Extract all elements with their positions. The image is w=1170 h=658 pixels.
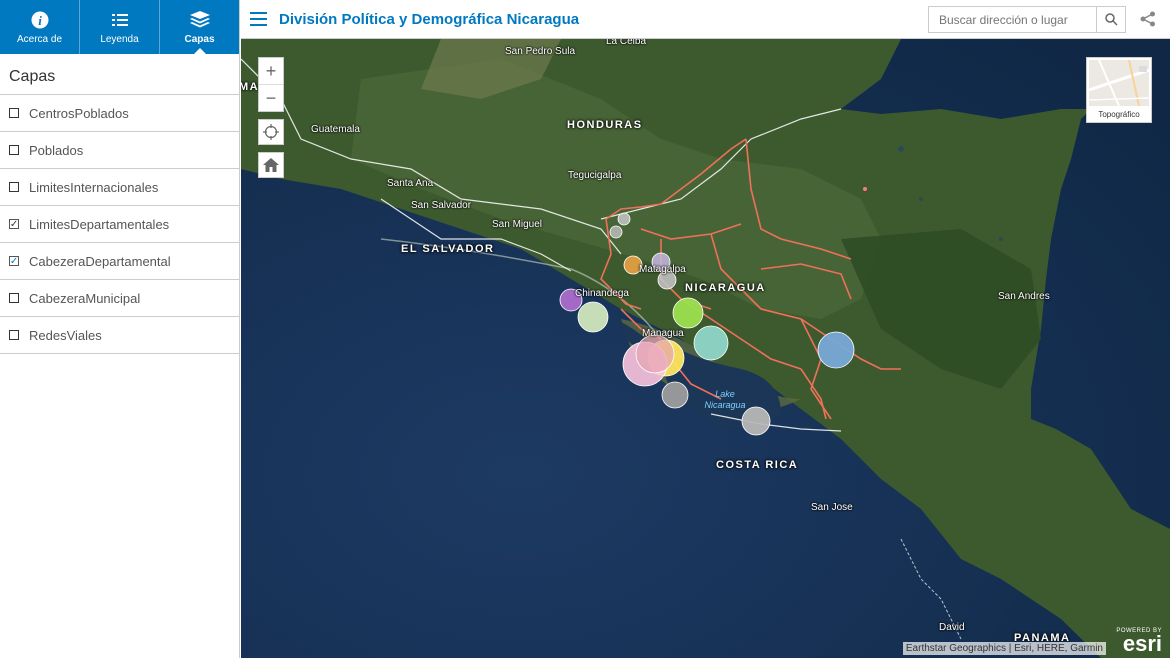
locate-icon: [263, 124, 279, 140]
legend-icon: [110, 10, 130, 30]
place-label: San Andres: [998, 291, 1050, 302]
map-attribution: Earthstar Geographics | Esri, HERE, Garm…: [902, 642, 1106, 655]
layer-label: Poblados: [29, 142, 84, 158]
sidebar: i Acerca de Leyenda Capas Capas CentrosP…: [0, 0, 240, 658]
layer-label: LimitesDepartamentales: [29, 216, 170, 232]
lake-label: Lake Nicaragua: [704, 389, 746, 410]
map-symbol[interactable]: [672, 297, 704, 329]
place-label: La Ceiba: [606, 39, 647, 47]
layer-item-poblados[interactable]: Poblados: [0, 132, 239, 169]
place-label: Santa Ana: [387, 178, 434, 189]
search-box: [928, 6, 1126, 33]
place-label: David: [939, 622, 965, 633]
search-button[interactable]: [1096, 7, 1125, 32]
place-label: Managua: [642, 328, 684, 339]
map-symbol[interactable]: [617, 212, 631, 226]
layer-item-cabezera-municipal[interactable]: CabezeraMunicipal: [0, 280, 239, 317]
country-label: COSTA RICA: [716, 459, 799, 471]
home-button[interactable]: [258, 152, 284, 178]
map-symbol[interactable]: [863, 187, 867, 191]
zoom-in-button[interactable]: +: [259, 58, 283, 85]
map-view[interactable]: San Pedro Sula La Ceiba Guatemala Santa …: [241, 39, 1170, 658]
map-symbol[interactable]: [635, 334, 675, 374]
svg-text:i: i: [38, 13, 42, 28]
panel-title: Capas: [0, 54, 239, 95]
tab-capas[interactable]: Capas: [160, 0, 239, 55]
layer-label: RedesViales: [29, 327, 102, 343]
layer-item-cabezera-departamental[interactable]: CabezeraDepartamental: [0, 243, 239, 280]
app-header: División Política y Demográfica Nicaragu…: [241, 0, 1170, 39]
place-label: San Salvador: [411, 200, 472, 211]
share-icon: [1140, 11, 1155, 27]
basemap-toggle[interactable]: Topográfico: [1086, 57, 1152, 123]
map-symbol[interactable]: [577, 301, 609, 333]
layer-label: CabezeraMunicipal: [29, 290, 141, 306]
info-icon: i: [30, 10, 50, 30]
basemap-thumbnail: [1089, 60, 1149, 106]
zoom-out-button[interactable]: −: [259, 85, 283, 111]
checkbox-checked[interactable]: [9, 219, 19, 229]
layer-label: LimitesInternacionales: [29, 179, 159, 195]
country-label: EL SALVADOR: [401, 243, 495, 255]
locate-button[interactable]: [258, 119, 284, 145]
layer-item-limites-internacionales[interactable]: LimitesInternacionales: [0, 169, 239, 206]
checkbox[interactable]: [9, 145, 19, 155]
logo-name: esri: [1122, 631, 1162, 656]
symbol-layer: [559, 187, 867, 436]
share-button[interactable]: [1140, 11, 1156, 32]
search-icon: [1104, 13, 1118, 26]
place-label: Tegucigalpa: [568, 170, 622, 181]
place-label: San Miguel: [492, 219, 543, 230]
place-label: San Jose: [811, 502, 853, 513]
layer-item-limites-departamentales[interactable]: LimitesDepartamentales: [0, 206, 239, 243]
esri-logo: POWERED BY esri: [1116, 628, 1162, 656]
checkbox-checked[interactable]: [9, 256, 19, 266]
map-symbol[interactable]: [817, 331, 855, 369]
tab-label: Capas: [184, 33, 215, 45]
tab-label: Acerca de: [16, 33, 63, 45]
map-symbol[interactable]: [609, 225, 623, 239]
layer-label: CabezeraDepartamental: [29, 253, 171, 269]
home-icon: [263, 158, 279, 172]
tab-label: Leyenda: [100, 33, 139, 45]
map-symbol[interactable]: [661, 381, 689, 409]
menu-icon[interactable]: [250, 12, 267, 30]
app-title: División Política y Demográfica Nicaragu…: [279, 11, 580, 28]
checkbox[interactable]: [9, 293, 19, 303]
layers-icon: [189, 10, 210, 30]
country-label: HONDURAS: [567, 119, 643, 131]
search-input[interactable]: [929, 7, 1096, 32]
place-label: Guatemala: [311, 124, 360, 135]
map-symbol[interactable]: [741, 406, 771, 436]
layer-item-redes-viales[interactable]: RedesViales: [0, 317, 239, 354]
checkbox[interactable]: [9, 108, 19, 118]
place-label: San Pedro Sula: [505, 46, 576, 57]
tab-leyenda[interactable]: Leyenda: [80, 0, 160, 54]
checkbox[interactable]: [9, 182, 19, 192]
country-label: NICARAGUA: [685, 282, 766, 294]
sidebar-tabs: i Acerca de Leyenda Capas: [0, 0, 239, 55]
map-symbol[interactable]: [693, 325, 729, 361]
tab-acerca-de[interactable]: i Acerca de: [0, 0, 80, 54]
basemap-label: Topográfico: [1098, 110, 1140, 119]
zoom-control: + −: [258, 57, 284, 112]
place-label: Chinandega: [575, 288, 629, 299]
layer-item-centros-poblados[interactable]: CentrosPoblados: [0, 95, 239, 132]
checkbox[interactable]: [9, 330, 19, 340]
place-label: Matagalpa: [639, 264, 686, 275]
layer-label: CentrosPoblados: [29, 105, 129, 121]
